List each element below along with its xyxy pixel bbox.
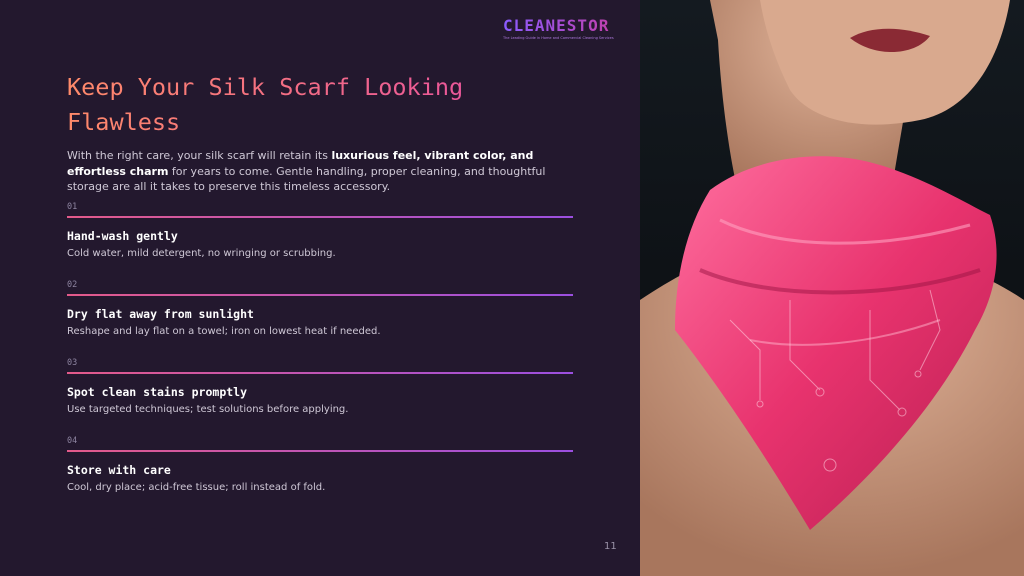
step-number: 03 — [67, 358, 78, 368]
step-number: 04 — [67, 436, 78, 446]
step-description: Cold water, mild detergent, no wringing … — [67, 248, 336, 259]
step-title: Store with care — [67, 463, 171, 477]
step-divider — [67, 450, 573, 452]
care-step: 02 Dry flat away from sunlight Reshape a… — [67, 280, 573, 337]
step-divider — [67, 216, 573, 218]
step-description: Reshape and lay flat on a towel; iron on… — [67, 326, 381, 337]
slide: CLEANESTOR The Leading Guide in Home and… — [0, 0, 1024, 576]
scarf-photo — [640, 0, 1024, 576]
page-number: 11 — [604, 541, 617, 552]
brand-tagline: The Leading Guide in Home and Commercial… — [503, 36, 614, 40]
step-number: 01 — [67, 202, 78, 212]
brand-logo: CLEANESTOR The Leading Guide in Home and… — [503, 16, 621, 40]
step-number: 02 — [67, 280, 78, 290]
page-title: Keep Your Silk Scarf Looking Flawless — [67, 70, 487, 140]
step-description: Use targeted techniques; test solutions … — [67, 404, 349, 415]
care-step: 04 Store with care Cool, dry place; acid… — [67, 436, 573, 493]
intro-text-before: With the right care, your silk scarf wil… — [67, 149, 332, 162]
intro-paragraph: With the right care, your silk scarf wil… — [67, 148, 577, 195]
content-panel: CLEANESTOR The Leading Guide in Home and… — [0, 0, 640, 576]
care-step: 01 Hand-wash gently Cold water, mild det… — [67, 202, 573, 259]
step-title: Spot clean stains promptly — [67, 385, 248, 399]
care-step: 03 Spot clean stains promptly Use target… — [67, 358, 573, 415]
scarf-illustration — [640, 0, 1024, 576]
step-divider — [67, 294, 573, 296]
step-divider — [67, 372, 573, 374]
step-title: Hand-wash gently — [67, 229, 178, 243]
step-description: Cool, dry place; acid-free tissue; roll … — [67, 482, 326, 493]
brand-name: CLEANESTOR — [503, 16, 621, 35]
step-title: Dry flat away from sunlight — [67, 307, 254, 321]
